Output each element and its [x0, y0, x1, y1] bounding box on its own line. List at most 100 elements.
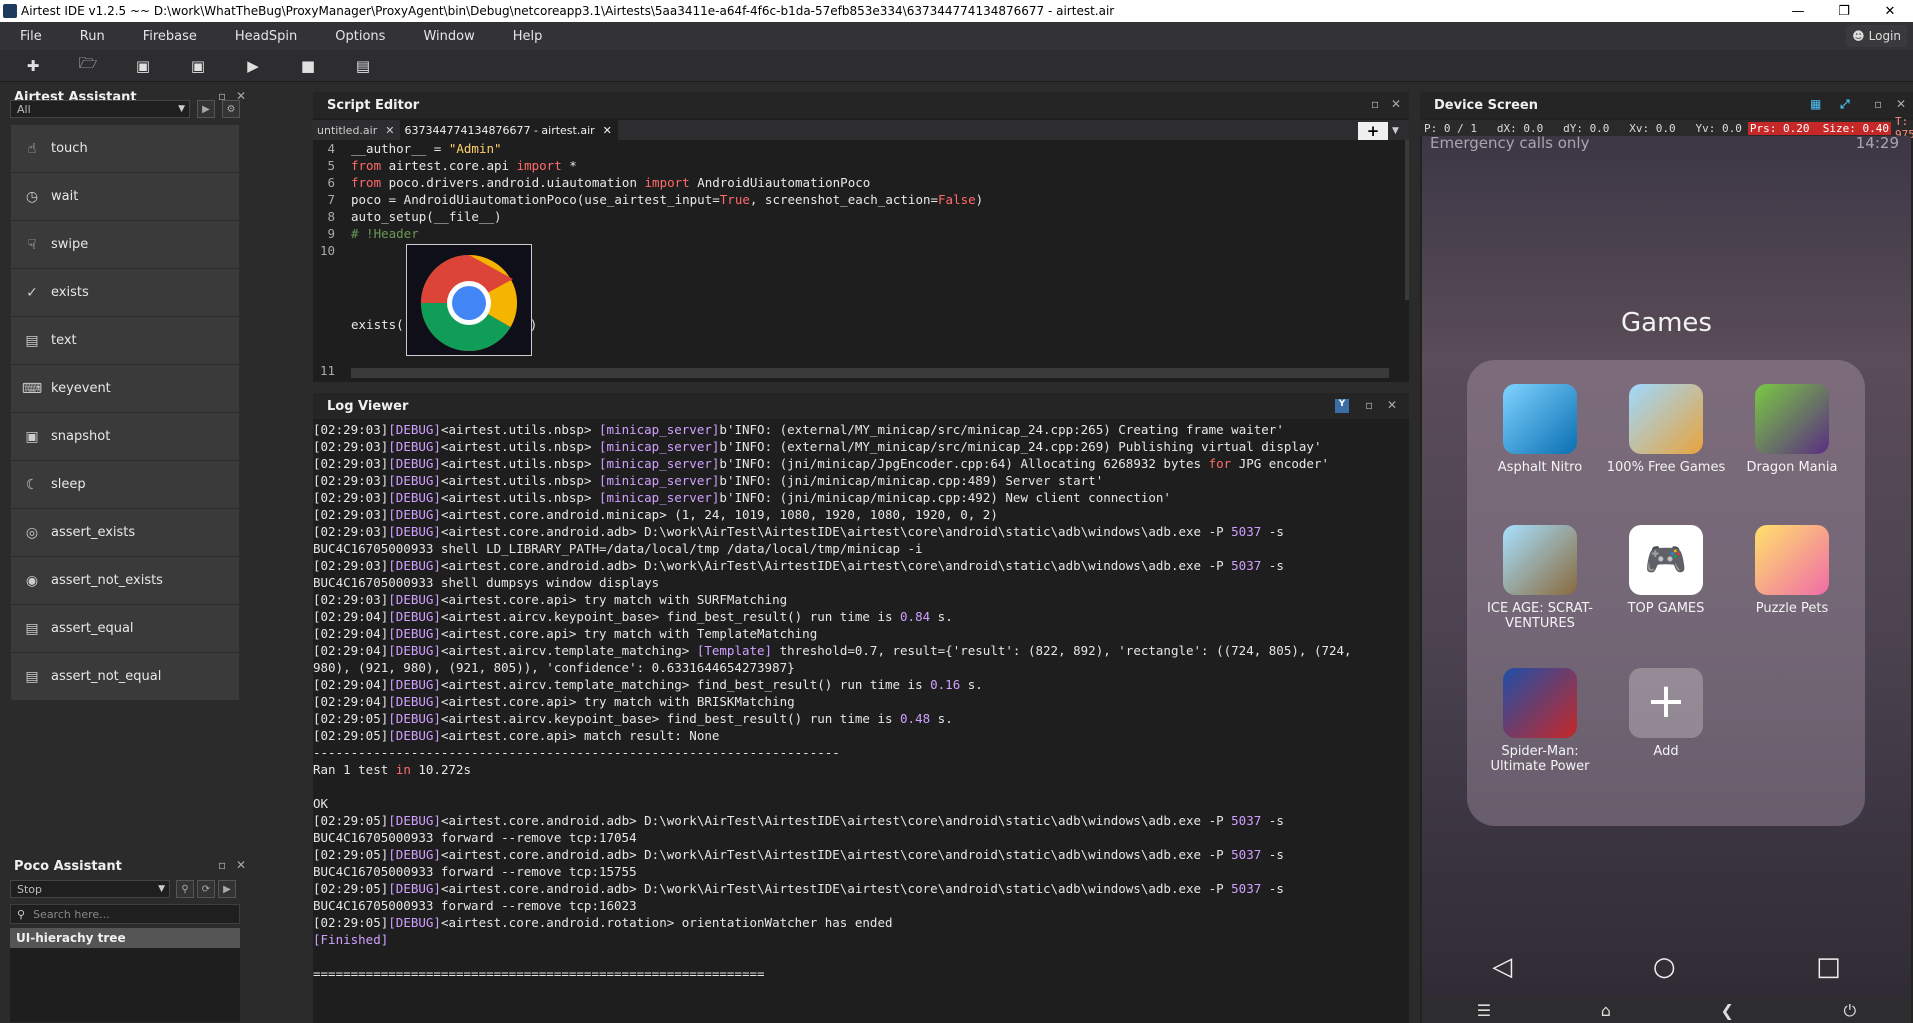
swipe-button[interactable]: ☟ swipe: [10, 220, 240, 269]
new-file-icon[interactable]: ✚: [23, 56, 43, 76]
menu-firebase[interactable]: Firebase: [123, 29, 215, 44]
menu-run[interactable]: Run: [60, 29, 123, 44]
tab-untitled[interactable]: untitled.air ✕: [313, 120, 400, 140]
restore-icon[interactable]: ❐: [1821, 0, 1867, 22]
assert-not-equal-button[interactable]: ▤ assert_not_equal: [10, 652, 240, 701]
poco-mode-select[interactable]: Stop ▼: [10, 880, 170, 898]
lock-icon[interactable]: ⚲: [176, 880, 194, 898]
settings-icon[interactable]: ⚙: [222, 100, 240, 118]
device-header: Device Screen ▦ ⤢ ▫ ✕: [1420, 92, 1913, 118]
assert-not-exists-button[interactable]: ◉ assert_not_exists: [10, 556, 240, 605]
log-icon[interactable]: ▤: [353, 56, 373, 76]
exists-button[interactable]: ✓ exists: [10, 268, 240, 317]
gamepad-icon: 🎮: [1629, 525, 1703, 595]
open-folder-icon[interactable]: 🗁: [78, 54, 98, 76]
app-add[interactable]: + Add: [1603, 668, 1729, 759]
fullscreen-icon[interactable]: ⤢: [1840, 97, 1850, 112]
tab-airtest[interactable]: 637344774134876677 - airtest.air ✕: [400, 120, 618, 140]
template-image[interactable]: [406, 244, 532, 356]
menu-file[interactable]: File: [0, 29, 60, 44]
snapshot-button[interactable]: ▣ snapshot: [10, 412, 240, 461]
menu-icon[interactable]: ☰: [1477, 1001, 1491, 1020]
assistant-filter-select[interactable]: All ▼: [10, 100, 190, 118]
record-icon[interactable]: ▶: [197, 100, 215, 118]
app-asphalt-nitro[interactable]: Asphalt Nitro: [1477, 384, 1603, 475]
power-icon[interactable]: ⏻: [1844, 1001, 1857, 1021]
log-line: 980), (921, 980), (921, 805)), 'confiden…: [313, 660, 795, 675]
screen-mode-icon[interactable]: ▦: [1810, 97, 1821, 111]
close-icon[interactable]: ✕: [603, 124, 612, 137]
app-100-free-games[interactable]: 100% Free Games: [1603, 384, 1729, 475]
menu-headspin[interactable]: HeadSpin: [215, 29, 315, 44]
clock-icon: ◷: [25, 188, 39, 205]
swipe-icon: ☟: [27, 236, 37, 253]
recents-icon[interactable]: □: [1816, 952, 1841, 982]
line-number: 8: [327, 209, 335, 224]
tree-root-item[interactable]: UI-hierachy tree: [10, 928, 240, 948]
games-folder: Asphalt Nitro 100% Free Games Dragon Man…: [1467, 360, 1865, 826]
script-editor-panel: Script Editor ▫ ✕ untitled.air ✕ 63734477…: [313, 92, 1409, 382]
device-screen[interactable]: Emergency calls only 14:29 Games Asphalt…: [1422, 134, 1911, 1023]
menu-help[interactable]: Help: [493, 29, 561, 44]
assert-exists-button[interactable]: ◎ assert_exists: [10, 508, 240, 557]
close-icon[interactable]: ✕: [1867, 0, 1913, 22]
code-area[interactable]: 4 __author__ = "Admin" 5 from airtest.co…: [313, 140, 1409, 380]
menu-options[interactable]: Options: [315, 29, 403, 44]
float-icon[interactable]: ▫: [1365, 398, 1373, 412]
refresh-icon[interactable]: ⟳: [197, 880, 215, 898]
float-icon[interactable]: ▫: [218, 858, 226, 872]
keyevent-button[interactable]: ⌨ keyevent: [10, 364, 240, 413]
log-line: [02:29:03][DEBUG]<airtest.utils.nbsp> [m…: [313, 490, 1171, 505]
panel-close-icon[interactable]: ✕: [236, 858, 246, 872]
panel-close-icon[interactable]: ✕: [1387, 398, 1397, 412]
stop-icon[interactable]: ■: [298, 56, 318, 76]
close-icon[interactable]: ✕: [385, 124, 394, 137]
panel-close-icon[interactable]: ✕: [1896, 97, 1906, 111]
log-line: [02:29:05][DEBUG]<airtest.core.android.r…: [313, 915, 893, 930]
assert-equal-button[interactable]: ▤ assert_equal: [10, 604, 240, 653]
asphalt-nitro-icon: [1503, 384, 1577, 454]
text-button[interactable]: ▤ text: [10, 316, 240, 365]
back-icon[interactable]: ❮: [1721, 1001, 1734, 1020]
run-icon[interactable]: ▶: [243, 56, 263, 76]
chevron-down-icon[interactable]: ▼: [1392, 126, 1399, 136]
float-icon[interactable]: ▫: [1874, 97, 1882, 111]
horizontal-scrollbar[interactable]: [351, 368, 1389, 378]
menu-window[interactable]: Window: [403, 29, 492, 44]
log-line: BUC4C16705000933 shell dumpsys window di…: [313, 575, 660, 590]
poco-search-input[interactable]: ⚲ Search here...: [10, 904, 240, 924]
poco-header: Poco Assistant ▫ ✕: [0, 853, 250, 879]
save-as-icon[interactable]: ▣: [188, 56, 208, 76]
minimize-icon[interactable]: —: [1775, 0, 1821, 22]
app-top-games[interactable]: 🎮 TOP GAMES: [1603, 525, 1729, 616]
add-tab-button[interactable]: +: [1358, 122, 1388, 140]
log-line: BUC4C16705000933 forward --remove tcp:16…: [313, 898, 637, 913]
panel-close-icon[interactable]: ✕: [1391, 97, 1401, 111]
app-spider-man[interactable]: Spider-Man: Ultimate Power: [1477, 668, 1603, 774]
target-off-icon: ◉: [25, 572, 39, 589]
touch-button[interactable]: ☝ touch: [10, 124, 240, 173]
home-icon[interactable]: ○: [1653, 952, 1676, 982]
record-icon[interactable]: ▶: [218, 880, 236, 898]
wait-button[interactable]: ◷ wait: [10, 172, 240, 221]
app-ice-age[interactable]: ICE AGE: SCRAT- VENTURES: [1477, 525, 1603, 631]
app-label: TOP GAMES: [1627, 601, 1705, 616]
filter-icon[interactable]: Y: [1335, 399, 1349, 413]
line-number: 6: [327, 175, 335, 190]
log-line: [02:29:05][DEBUG]<airtest.core.android.a…: [313, 847, 1284, 862]
save-icon[interactable]: ▣: [133, 56, 153, 76]
app-dragon-mania[interactable]: Dragon Mania: [1729, 384, 1855, 475]
line-number: 7: [327, 192, 335, 207]
vertical-scrollbar[interactable]: [1405, 140, 1409, 300]
home-icon[interactable]: ⌂: [1601, 1001, 1611, 1020]
login-button[interactable]: ☻ Login: [1846, 25, 1907, 47]
log-output[interactable]: [02:29:03][DEBUG]<airtest.utils.nbsp> [m…: [313, 421, 1409, 1023]
float-icon[interactable]: ▫: [1371, 97, 1379, 111]
back-icon[interactable]: ◁: [1492, 952, 1512, 982]
button-label: snapshot: [51, 429, 111, 444]
sleep-button[interactable]: ☾ sleep: [10, 460, 240, 509]
app-puzzle-pets[interactable]: Puzzle Pets: [1729, 525, 1855, 616]
tab-label: untitled.air: [317, 123, 378, 137]
line-number: 11: [319, 363, 335, 378]
code-line: from airtest.core.api import *: [351, 158, 577, 173]
